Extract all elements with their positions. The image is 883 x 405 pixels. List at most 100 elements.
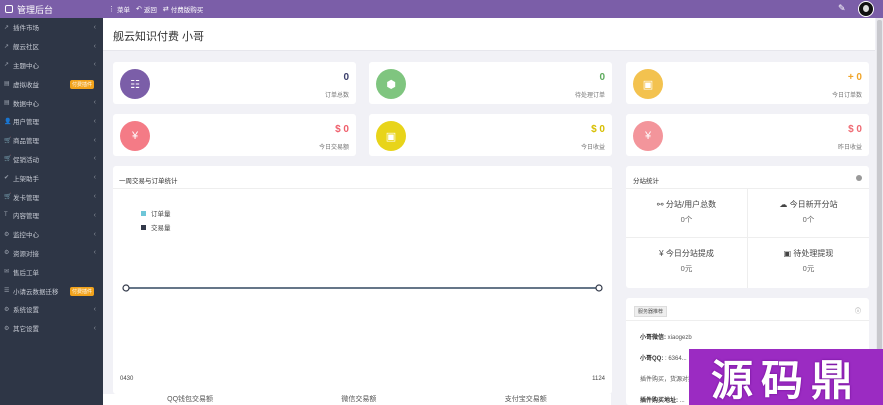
sidebar-item-label: 资源对接 [13, 250, 39, 258]
sidebar-item-listing-assistant[interactable]: ✔ 上架助手 ‹ [0, 168, 103, 187]
page-header: 舰云知识付费 小哥 [103, 18, 875, 51]
sidebar-item-community[interactable]: ↗ 舰云社区 ‹ [0, 37, 103, 56]
brand-title: 管理后台 [17, 4, 54, 15]
sidebar-item-data-migration[interactable]: ☰ 小请云数据迁移 付费插件 [0, 281, 103, 300]
money-icon: ▣ [783, 249, 792, 258]
stat-value: $ 0 [591, 124, 605, 135]
sidebar-item-system-settings[interactable]: ⚙ 系统设置 ‹ [0, 300, 103, 319]
tab-wechat[interactable]: 微信交易额 [341, 394, 376, 405]
sidebar-item-label: 主题中心 [13, 62, 39, 70]
sidebar-item-label: 售后工单 [13, 269, 39, 277]
sitemap-icon: ⚯ [656, 200, 664, 209]
paid-plugin-badge: 付费插件 [70, 80, 95, 90]
contact-wechat: 小哥微信: xiaogezb [640, 335, 692, 341]
gear-icon: ⚙ [4, 306, 10, 313]
sidebar-item-resource-docking[interactable]: ⚙ 资源对接 ‹ [0, 244, 103, 263]
substation-title: 分站统计 [633, 178, 659, 185]
paid-plugin-badge: 付费插件 [70, 287, 95, 297]
top-bar: 管理后台 ⋮ 菜单 ↶ 返回 ⇄ 付费版购买 ✎ [0, 0, 883, 18]
tab-alipay[interactable]: 支付宝交易额 [505, 394, 547, 405]
stat-value: + 0 [847, 72, 862, 83]
stat-value: 0 [599, 72, 605, 83]
text-icon: T [4, 212, 8, 219]
plugin-purchase-url[interactable]: 插件购买地址: ... [640, 395, 685, 404]
chart-icon: ↗ [4, 43, 10, 50]
stat-label: 待处理订单 [574, 93, 605, 99]
page-title: 舰云知识付费 小哥 [113, 31, 205, 43]
sidebar-item-label: 插件市场 [13, 25, 39, 33]
wrench-icon[interactable]: ✎ [838, 3, 846, 14]
cell-total-substations: ⚯ 分站/用户总数 0个 [626, 189, 747, 235]
table-icon: ▤ [4, 81, 10, 88]
chevron-left-icon: ‹ [93, 230, 96, 238]
chart-icon: ↗ [4, 24, 10, 31]
cell-value: 0元 [680, 264, 693, 273]
cell-value: 0个 [680, 215, 693, 224]
cell-title: 今日分站提成 [665, 249, 714, 258]
sidebar-item-plugin-market[interactable]: ↗ 插件市场 ‹ [0, 18, 103, 37]
sidebar-item-label: 虚拟收益 [13, 81, 39, 89]
sidebar-item-label: 促销活动 [13, 156, 39, 164]
menu-label: 菜单 [117, 7, 130, 14]
cell-value: 0个 [802, 215, 815, 224]
back-icon: ↶ [136, 6, 142, 13]
yen-icon: ¥ [633, 121, 663, 151]
sidebar-item-label: 发卡管理 [13, 194, 39, 202]
tab-qq-wallet[interactable]: QQ钱包交易额 [167, 394, 213, 405]
sidebar-item-content-management[interactable]: T 内容管理 ‹ [0, 206, 103, 225]
stat-value: 0 [343, 72, 349, 83]
sidebar-item-other-settings[interactable]: ⚙ 其它设置 ‹ [0, 319, 103, 338]
sidebar-item-label: 商品管理 [13, 138, 39, 146]
sidebar-item-label: 上架助手 [13, 175, 39, 183]
scrollbar-thumb[interactable] [877, 20, 882, 350]
line-chart: 0430 1124 [120, 284, 606, 382]
chevron-left-icon: ‹ [93, 211, 96, 219]
sidebar-item-user-management[interactable]: 👤 用户管理 ‹ [0, 112, 103, 131]
chevron-left-icon: ‹ [93, 61, 96, 69]
x-tick-label: 1124 [592, 376, 606, 382]
chevron-left-icon: ‹ [93, 99, 96, 107]
watermark-stamp: 源码鼎 [689, 349, 883, 405]
brand[interactable]: 管理后台 [0, 0, 103, 18]
data-point[interactable] [122, 284, 130, 292]
briefcase-icon: ▣ [633, 69, 663, 99]
sidebar-item-virtual-income[interactable]: ▤ 虚拟收益 付费插件 [0, 74, 103, 93]
sidebar-item-card-management[interactable]: 🛒 发卡管理 ‹ [0, 187, 103, 206]
stat-card-today-volume: ¥ $ 0 今日交易额 [113, 114, 356, 156]
chevron-left-icon: ‹ [93, 42, 96, 50]
sidebar-item-label: 用户管理 [13, 119, 39, 127]
sidebar-item-monitor-center[interactable]: ⚙ 监控中心 ‹ [0, 225, 103, 244]
cart-icon: 🛒 [4, 156, 12, 163]
buy-paid-version-label: 付费版购买 [170, 7, 204, 14]
status-dot-icon [856, 175, 862, 181]
sidebar-item-after-sales[interactable]: ✉ 售后工单 [0, 262, 103, 281]
info-icon[interactable]: ⓘ [855, 306, 861, 315]
stat-value: $ 0 [335, 124, 349, 135]
menu-button[interactable]: ⋮ 菜单 [108, 4, 130, 14]
check-icon: ✔ [4, 175, 10, 182]
cart-icon: 🛒 [4, 137, 12, 144]
cart-icon: 🛒 [4, 194, 12, 201]
stat-card-yesterday-income: ¥ $ 0 昨日收益 [626, 114, 869, 156]
server-recommend-tag: 服务器推荐 [634, 306, 668, 317]
chevron-left-icon: ‹ [93, 155, 96, 163]
chevron-left-icon: ‹ [93, 117, 96, 125]
chart-icon: ↗ [4, 62, 10, 69]
buy-paid-version-button[interactable]: ⇄ 付费版购买 [163, 4, 203, 14]
app-logo-icon [5, 5, 13, 13]
stat-label: 昨日收益 [837, 145, 862, 151]
sidebar-item-theme-center[interactable]: ↗ 主题中心 ‹ [0, 56, 103, 75]
sidebar-item-data-center[interactable]: ▤ 数据中心 ‹ [0, 93, 103, 112]
sidebar-item-promotions[interactable]: 🛒 促销活动 ‹ [0, 150, 103, 169]
back-button[interactable]: ↶ 返回 [136, 4, 157, 14]
stat-label: 订单总数 [324, 93, 349, 99]
gear-icon: ⚙ [4, 231, 10, 238]
avatar[interactable] [858, 1, 874, 17]
sidebar-item-label: 数据中心 [13, 100, 39, 108]
x-tick-label: 0430 [120, 376, 134, 382]
chevron-left-icon: ‹ [93, 174, 96, 182]
briefcase-icon: ▣ [376, 121, 406, 151]
sidebar-item-product-management[interactable]: 🛒 商品管理 ‹ [0, 131, 103, 150]
data-point[interactable] [595, 284, 603, 292]
cell-value: 0元 [802, 264, 815, 273]
